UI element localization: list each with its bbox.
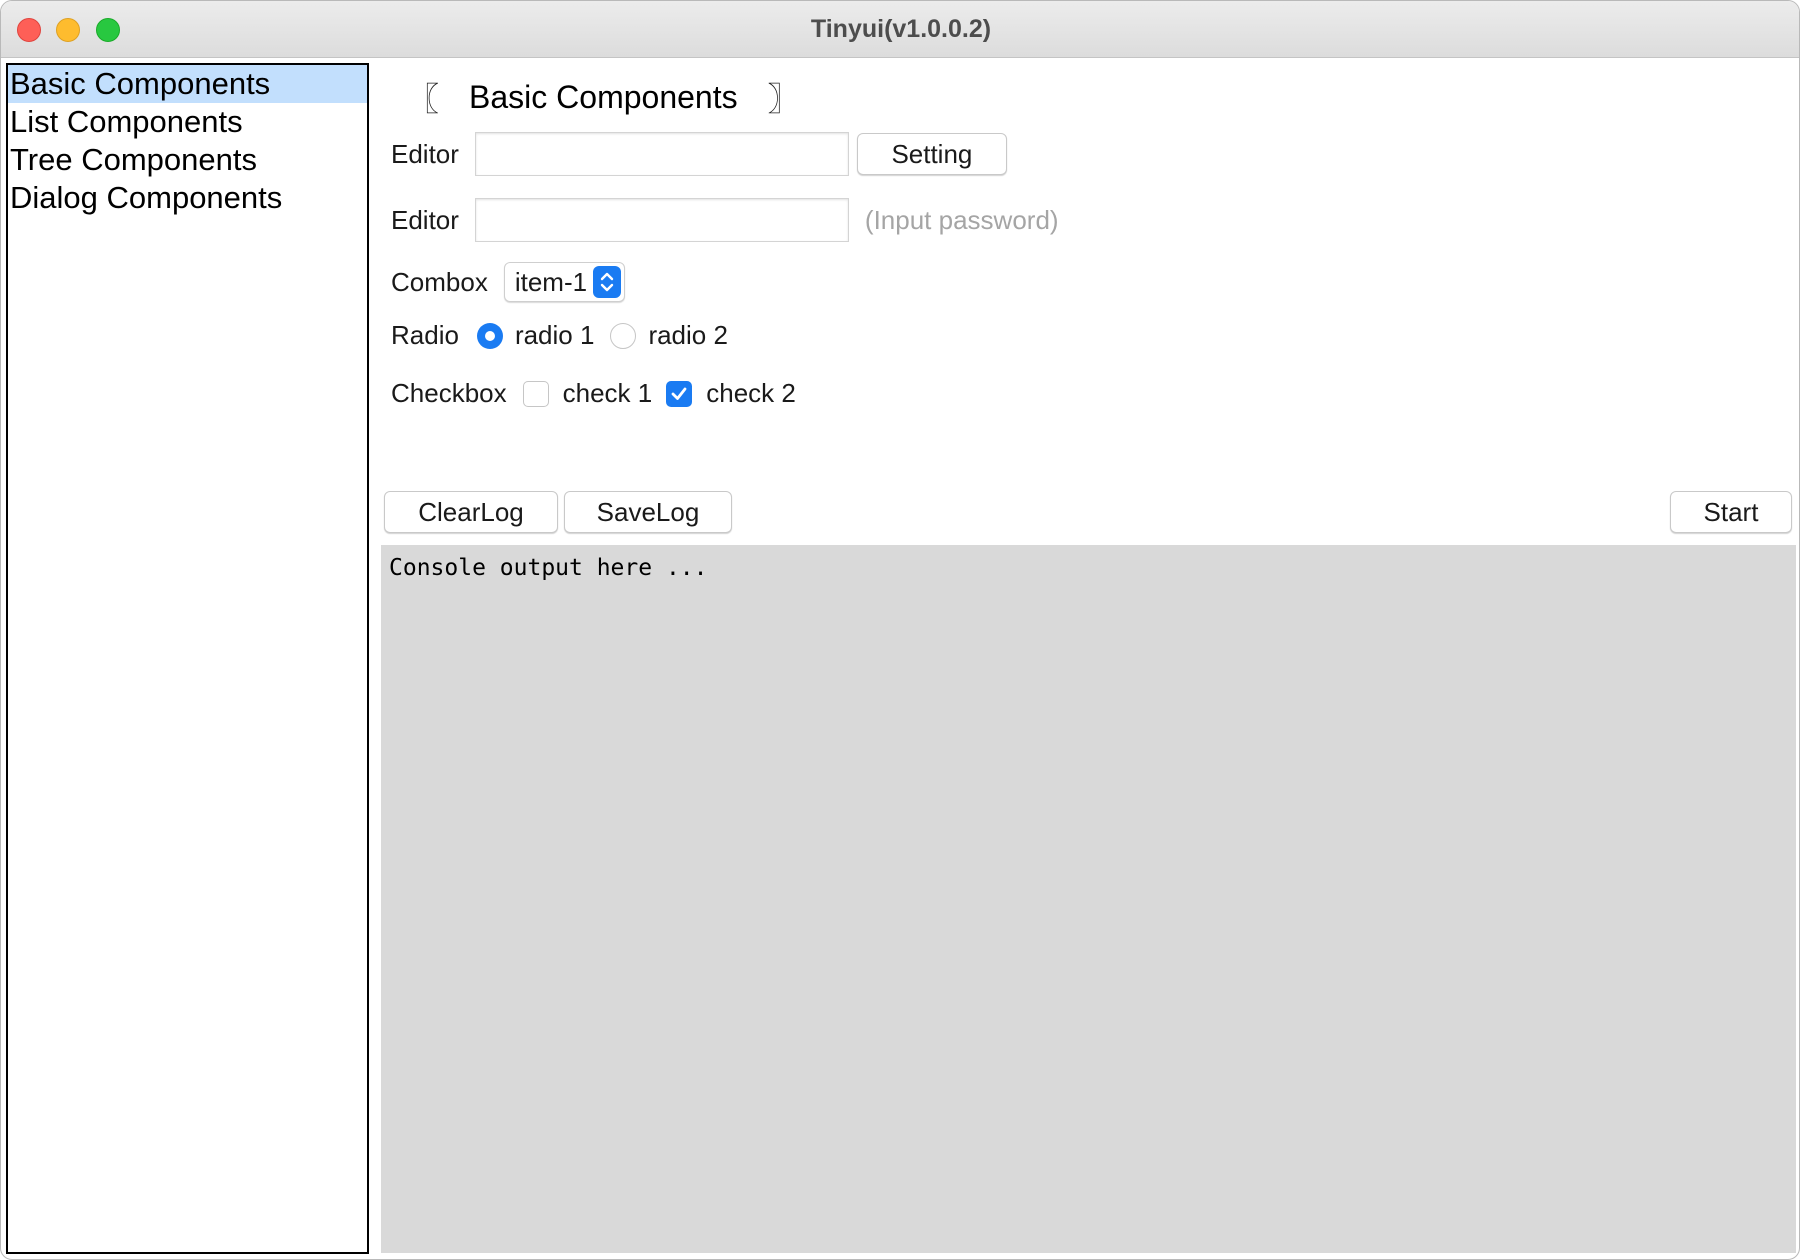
combo-label: Combox bbox=[391, 266, 488, 297]
sidebar-item-tree-components[interactable]: Tree Components bbox=[8, 141, 367, 179]
password-input[interactable] bbox=[474, 198, 849, 242]
title-bar[interactable]: Tinyui(v1.0.0.2) bbox=[1, 1, 1799, 58]
app-window: Tinyui(v1.0.0.2) Basic Components List C… bbox=[0, 0, 1800, 1260]
checkmark-icon bbox=[671, 387, 687, 400]
checkbox-label: Checkbox bbox=[391, 378, 507, 408]
radio-label: Radio bbox=[391, 320, 459, 350]
radio-2-label[interactable]: radio 2 bbox=[648, 320, 728, 351]
check-2-label[interactable]: check 2 bbox=[706, 378, 796, 409]
editor-row-2: Editor (Input password) bbox=[391, 198, 1059, 242]
main-panel: 〖 Basic Components 〗 Editor Setting Edit… bbox=[381, 58, 1799, 1259]
radio-row: Radio radio 1 radio 2 bbox=[391, 320, 728, 351]
checkbox-row: Checkbox check 1 check 2 bbox=[391, 378, 796, 409]
window-title: Tinyui(v1.0.0.2) bbox=[810, 15, 992, 43]
section-title: Basic Components bbox=[469, 78, 738, 115]
sidebar-item-dialog-components[interactable]: Dialog Components bbox=[8, 179, 367, 217]
password-hint: (Input password) bbox=[864, 204, 1059, 235]
radio-2-button[interactable] bbox=[610, 322, 637, 349]
radio-1-button[interactable] bbox=[476, 322, 503, 349]
save-log-button[interactable]: SaveLog bbox=[564, 491, 732, 533]
up-down-chevron-icon bbox=[593, 266, 622, 298]
start-button[interactable]: Start bbox=[1670, 491, 1792, 533]
console-text: Console output here ... bbox=[389, 555, 708, 581]
right-bracket: 〗 bbox=[767, 81, 800, 117]
sidebar-item-basic-components[interactable]: Basic Components bbox=[8, 65, 367, 103]
editor-row-1: Editor Setting bbox=[391, 132, 1007, 176]
left-bracket: 〖 bbox=[407, 81, 440, 117]
editor-input[interactable] bbox=[474, 132, 849, 176]
section-header: 〖 Basic Components 〗 bbox=[407, 72, 800, 122]
editor-label: Editor bbox=[391, 138, 459, 169]
combo-row: Combox item-1 bbox=[391, 262, 626, 302]
radio-1-label[interactable]: radio 1 bbox=[515, 320, 595, 351]
check-1-box[interactable] bbox=[522, 380, 549, 407]
console-output[interactable]: Console output here ... bbox=[381, 545, 1796, 1253]
sidebar-item-list-components[interactable]: List Components bbox=[8, 103, 367, 141]
check-1-label[interactable]: check 1 bbox=[563, 378, 653, 409]
combo-selected-value: item-1 bbox=[514, 266, 588, 297]
combo-select[interactable]: item-1 bbox=[503, 262, 626, 302]
editor-password-label: Editor bbox=[391, 204, 459, 235]
check-2-box[interactable] bbox=[666, 380, 693, 407]
sidebar-list[interactable]: Basic Components List Components Tree Co… bbox=[6, 63, 369, 1254]
setting-button[interactable]: Setting bbox=[856, 133, 1007, 175]
clear-log-button[interactable]: ClearLog bbox=[384, 491, 558, 533]
